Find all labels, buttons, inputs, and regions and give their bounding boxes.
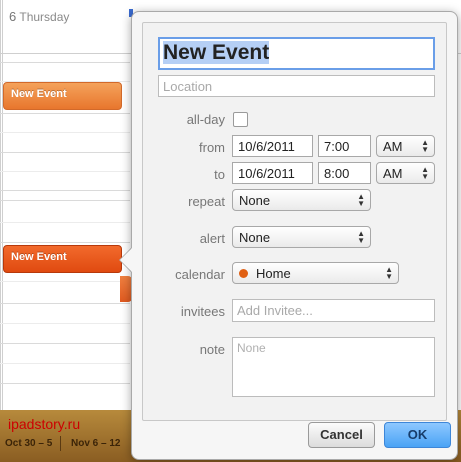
repeat-select[interactable]: None ▲ ▼ [232,189,371,211]
half-hour-line [0,222,130,223]
from-label: from [199,140,225,155]
updown-chevron-icon: ▲ ▼ [421,138,429,154]
updown-chevron-icon: ▲ ▼ [385,265,393,281]
repeat-label: repeat [188,194,225,209]
from-date-field[interactable]: 10/6/2011 [232,135,313,157]
from-time-field[interactable]: 7:00 [318,135,371,157]
half-hour-line [0,363,130,364]
hour-line [0,343,130,344]
from-ampm-value: AM [383,139,403,154]
hour-line [0,200,130,201]
week-range[interactable]: Nov 6 – 12 [66,436,125,451]
week-range[interactable]: Oct 30 – 5 [0,436,57,451]
ok-button[interactable]: OK [384,422,451,448]
hour-line [0,190,130,191]
watermark: ipadstory.ru [8,416,81,432]
to-label: to [214,167,225,182]
day-number: 6 [9,9,17,24]
hour-line [0,152,130,153]
event-title-text: New Event [163,41,270,64]
invitees-field[interactable]: Add Invitee... [232,299,435,322]
hour-line [0,242,130,243]
to-ampm-value: AM [383,166,403,181]
note-field[interactable]: None [232,337,435,397]
alert-select[interactable]: None ▲ ▼ [232,226,371,248]
updown-chevron-icon: ▲ ▼ [357,229,365,245]
week-divider [60,436,61,451]
updown-chevron-icon: ▲ ▼ [357,192,365,208]
half-hour-line [0,171,130,172]
calendar-select[interactable]: Home ▲ ▼ [232,262,399,284]
day-name: Thursday [19,10,70,24]
to-date-field[interactable]: 10/6/2011 [232,162,313,184]
to-ampm-select[interactable]: AM ▲ ▼ [376,162,435,184]
hour-line [0,62,130,63]
from-ampm-select[interactable]: AM ▲ ▼ [376,135,435,157]
location-field[interactable]: Location [158,75,435,97]
hour-line [0,383,130,384]
repeat-value: None [239,193,271,208]
cancel-button[interactable]: Cancel [308,422,375,448]
popover-arrow-fill [120,247,133,273]
invitees-label: invitees [180,304,225,319]
hour-line [0,303,130,304]
calendar-color-dot-icon [239,269,248,279]
all-day-label: all-day [186,112,225,127]
updown-chevron-icon: ▲ ▼ [421,165,429,181]
to-time-field[interactable]: 8:00 [318,162,371,184]
half-hour-line [0,281,130,282]
calendar-value: Home [256,266,291,281]
half-hour-line [0,132,130,133]
hour-line [0,113,130,114]
day-label: 6 Thursday [9,9,69,24]
note-label: note [199,342,225,357]
calendar-label: calendar [175,267,225,282]
calendar-event-selected[interactable]: New Event [3,245,122,273]
calendar-event[interactable]: New Event [3,82,122,110]
alert-label: alert [199,231,225,246]
alert-value: None [239,230,271,245]
half-hour-line [0,323,130,324]
all-day-checkbox[interactable] [233,112,248,127]
event-title-field[interactable]: New Event [158,37,435,70]
